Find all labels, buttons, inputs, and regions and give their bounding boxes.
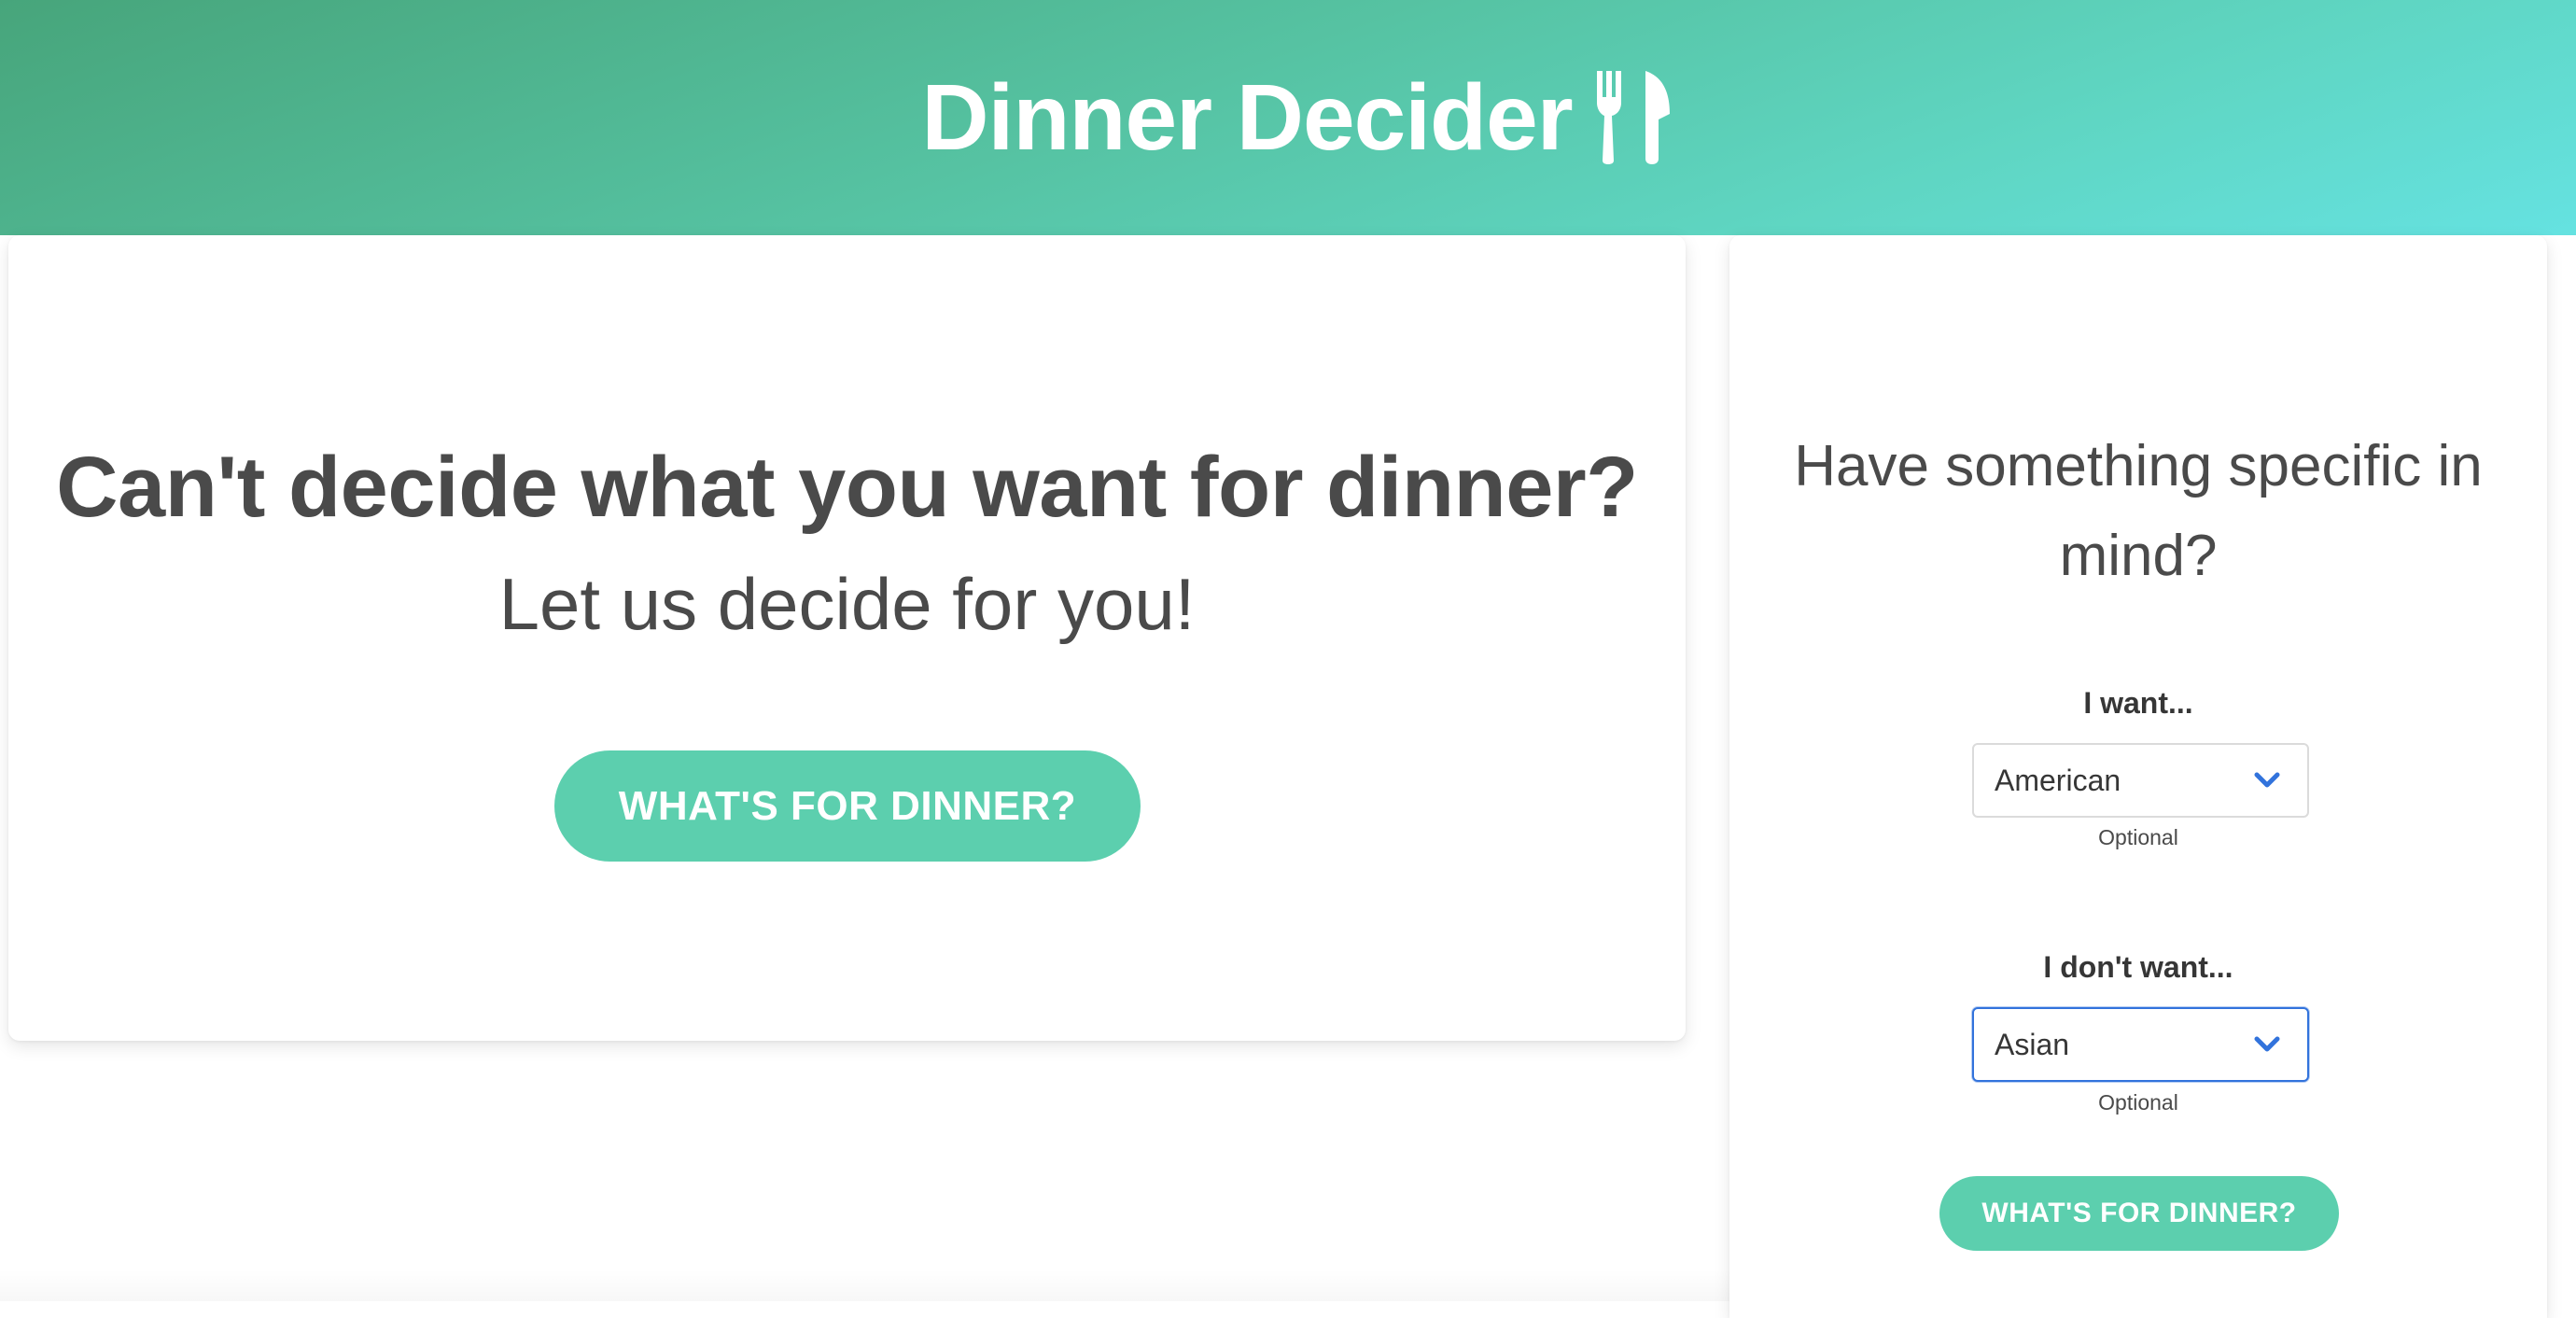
chevron-down-icon xyxy=(2254,772,2280,788)
whats-for-dinner-button[interactable]: WHAT'S FOR DINNER? xyxy=(554,750,1141,862)
hero-title: Can't decide what you want for dinner? xyxy=(56,440,1638,535)
want-select[interactable]: American xyxy=(1972,743,2309,818)
dont-want-help-text: Optional xyxy=(2098,1090,2178,1115)
filter-title: Have something specific in mind? xyxy=(1794,434,2483,588)
dont-want-select[interactable]: Asian xyxy=(1972,1007,2309,1082)
hero-subtitle: Let us decide for you! xyxy=(498,563,1196,645)
chevron-down-icon xyxy=(2254,1036,2280,1052)
want-help-text: Optional xyxy=(2098,825,2178,849)
want-label: I want... xyxy=(2083,686,2193,720)
brand[interactable]: Dinner Decider xyxy=(921,71,1673,164)
filter-card: Have something specific in mind? I want.… xyxy=(1729,235,2547,1318)
want-selected-value: American xyxy=(1995,763,2121,797)
dont-want-label: I don't want... xyxy=(2043,950,2233,984)
dont-want-selected-value: Asian xyxy=(1995,1027,2070,1061)
site-header: Dinner Decider xyxy=(0,0,2576,235)
filtered-whats-for-dinner-button[interactable]: WHAT'S FOR DINNER? xyxy=(1939,1176,2339,1251)
site-title: Dinner Decider xyxy=(921,65,1573,170)
page-bottom-shadow xyxy=(0,1269,1729,1301)
utensils-icon xyxy=(1596,71,1670,164)
random-dinner-card: Can't decide what you want for dinner? L… xyxy=(8,235,1686,1041)
